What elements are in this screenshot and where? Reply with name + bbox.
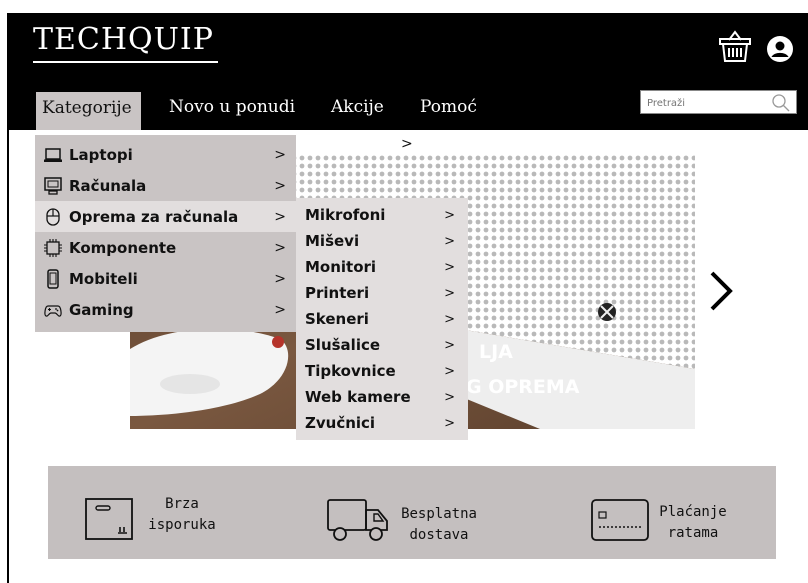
logo-underline xyxy=(33,61,218,63)
chevron-right-icon: > xyxy=(274,146,286,163)
chevron-right-icon: > xyxy=(444,234,455,249)
chevron-right-icon[interactable] xyxy=(706,265,736,317)
feature-installments: Plaćanje ratama xyxy=(653,502,733,544)
feature-fast-delivery: Brza isporuka xyxy=(146,494,218,536)
submenu-item-mikrofoni[interactable]: Mikrofoni > xyxy=(305,206,465,232)
chevron-right-icon: > xyxy=(274,208,286,225)
feature-line2: isporuka xyxy=(148,517,216,533)
feature-line1: Brza xyxy=(165,496,199,512)
chevron-right-icon: > xyxy=(274,301,286,318)
search-box[interactable] xyxy=(640,90,797,114)
credit-card-icon xyxy=(591,499,649,541)
chevron-right-icon: > xyxy=(444,286,455,301)
banner-text-line1: LJA xyxy=(479,341,513,363)
submenu-item-label: Tipkovnice xyxy=(305,362,396,380)
submenu-item-skeneri[interactable]: Skeneri > xyxy=(305,310,465,336)
chevron-right-icon: > xyxy=(444,338,455,353)
search-input[interactable] xyxy=(641,93,761,114)
chevron-right-icon: > xyxy=(444,364,455,379)
subcategory-dropdown: Mikrofoni > Miševi > Monitori > Printeri… xyxy=(296,198,468,440)
submenu-item-label: Printeri xyxy=(305,284,370,302)
submenu-item-tipkovnice[interactable]: Tipkovnice > xyxy=(305,362,465,388)
nav-item-kategorije[interactable]: Kategorije xyxy=(36,92,141,130)
chip-icon xyxy=(44,238,62,257)
category-dropdown: Laptopi > Računala > Oprema za računala … xyxy=(35,135,296,332)
menu-item-label: Oprema za računala xyxy=(69,207,239,226)
feature-line2: ratama xyxy=(667,525,719,541)
slider-prev-arrow[interactable]: > xyxy=(401,136,413,152)
gamepad-icon xyxy=(44,304,62,317)
menu-item-label: Računala xyxy=(69,176,147,195)
submenu-item-label: Slušalice xyxy=(305,336,381,354)
feature-line1: Plaćanje xyxy=(659,504,727,520)
menu-item-label: Mobiteli xyxy=(69,269,138,288)
box-icon xyxy=(85,498,133,540)
feature-free-shipping: Besplatna dostava xyxy=(393,504,485,546)
phone-icon xyxy=(47,268,59,289)
submenu-item-label: Miševi xyxy=(305,232,360,250)
submenu-item-label: Monitori xyxy=(305,258,377,276)
submenu-item-slusalice[interactable]: Slušalice > xyxy=(305,336,465,362)
submenu-item-label: Skeneri xyxy=(305,310,369,328)
feature-line2: dostava xyxy=(409,527,469,543)
logo[interactable]: TECHQUIP xyxy=(33,22,214,57)
submenu-item-zvucnici[interactable]: Zvučnici > xyxy=(305,414,465,440)
submenu-item-misevi[interactable]: Miševi > xyxy=(305,232,465,258)
menu-item-gaming[interactable]: Gaming > xyxy=(35,294,296,325)
chevron-right-icon: > xyxy=(274,177,286,194)
submenu-item-printeri[interactable]: Printeri > xyxy=(305,284,465,310)
chevron-right-icon: > xyxy=(444,260,455,275)
user-icon[interactable] xyxy=(766,35,794,63)
chevron-right-icon: > xyxy=(444,312,455,327)
menu-item-label: Laptopi xyxy=(69,145,133,164)
nav-item-pomoc[interactable]: Pomoć xyxy=(420,97,477,117)
chevron-right-icon: > xyxy=(444,416,455,431)
chevron-right-icon: > xyxy=(274,270,286,287)
menu-item-label: Komponente xyxy=(69,238,177,257)
search-icon[interactable] xyxy=(771,93,791,113)
menu-item-komponente[interactable]: Komponente > xyxy=(35,232,296,263)
chevron-right-icon: > xyxy=(274,239,286,256)
menu-item-laptopi[interactable]: Laptopi > xyxy=(35,139,296,170)
truck-icon xyxy=(327,499,388,541)
chevron-right-icon: > xyxy=(444,390,455,405)
submenu-item-label: Mikrofoni xyxy=(305,206,386,224)
submenu-item-monitori[interactable]: Monitori > xyxy=(305,258,465,284)
menu-item-label: Gaming xyxy=(69,300,134,319)
submenu-item-label: Zvučnici xyxy=(305,414,376,432)
menu-item-oprema-za-racunala[interactable]: Oprema za računala > xyxy=(35,201,296,232)
menu-item-racunala[interactable]: Računala > xyxy=(35,170,296,201)
desktop-icon xyxy=(44,176,62,195)
submenu-item-web-kamere[interactable]: Web kamere > xyxy=(305,388,465,414)
mouse-icon xyxy=(46,207,60,226)
banner-text-line2: G OPREMA xyxy=(466,376,580,398)
menu-item-mobiteli[interactable]: Mobiteli > xyxy=(35,263,296,294)
nav-item-novo-u-ponudi[interactable]: Novo u ponudi xyxy=(169,97,295,117)
chevron-right-icon: > xyxy=(444,208,455,223)
submenu-item-label: Web kamere xyxy=(305,388,411,406)
laptop-icon xyxy=(44,147,62,162)
nav-item-akcije[interactable]: Akcije xyxy=(331,97,384,117)
feature-line1: Besplatna xyxy=(401,506,477,522)
basket-icon[interactable] xyxy=(717,28,753,64)
features-strip: Brza isporuka Besplatna dostava Plaćanje… xyxy=(48,466,776,559)
